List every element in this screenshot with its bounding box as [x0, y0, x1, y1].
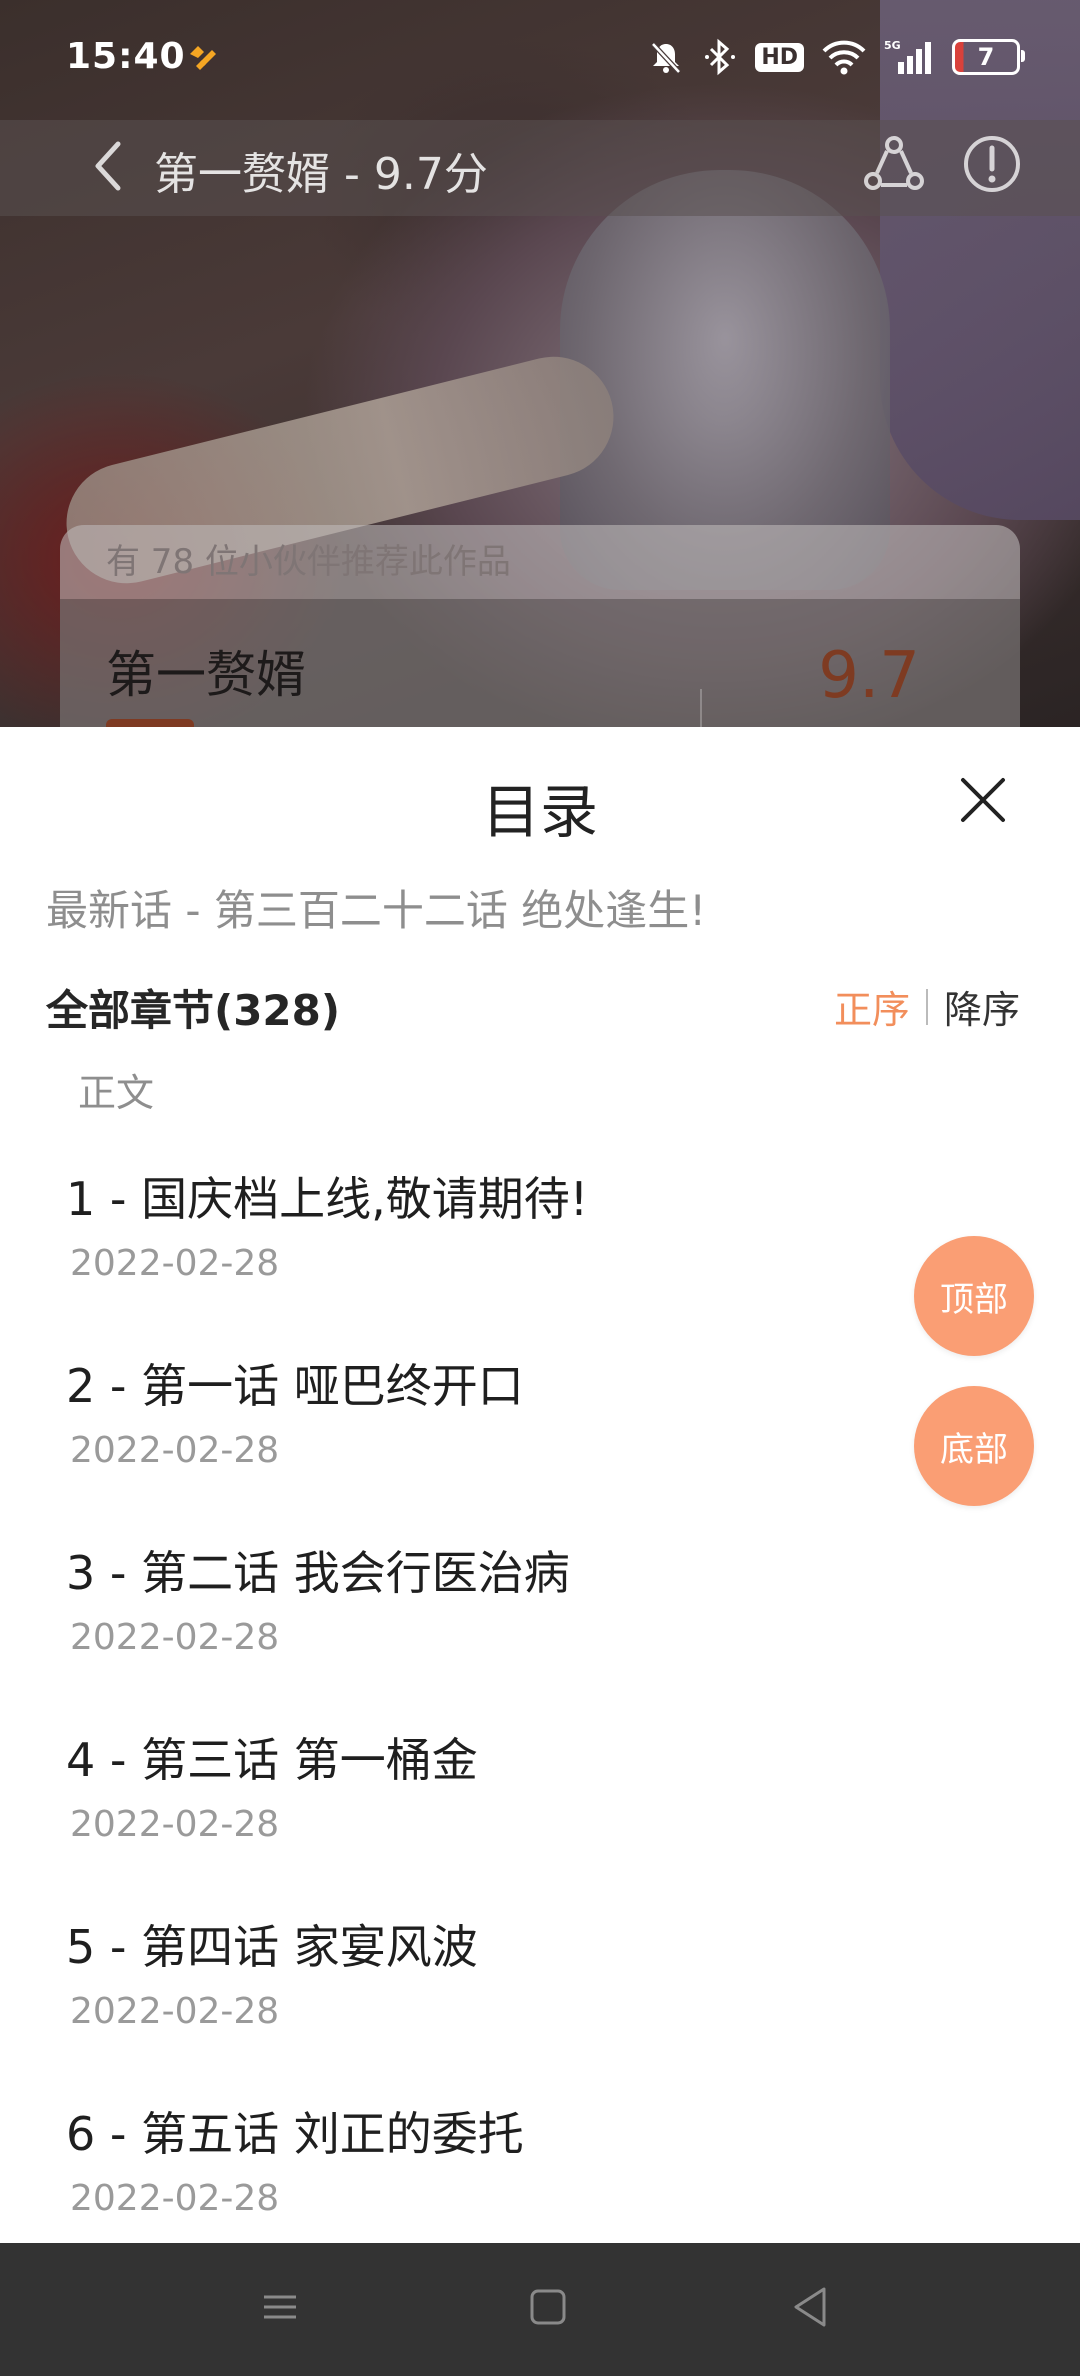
comic-score: 9.7	[818, 639, 920, 713]
wifi-icon	[822, 39, 866, 75]
title-bar: 第一赘婿 - 9.7分	[0, 120, 1080, 216]
chapter-item[interactable]: 6 - 第五话 刘正的委托 2022-02-28	[0, 2074, 1080, 2261]
scroll-bottom-button[interactable]: 底部	[914, 1386, 1034, 1506]
menu-icon	[260, 2287, 300, 2331]
chapter-title: 2 - 第一话 哑巴终开口	[66, 1359, 524, 1413]
chapter-title: 5 - 第四话 家宴风波	[66, 1920, 478, 1974]
chapter-title: 3 - 第二话 我会行医治病	[66, 1546, 570, 1600]
chapter-date: 2022-02-28	[70, 1991, 280, 2032]
report-button[interactable]	[958, 132, 1026, 200]
battery-icon: 7	[952, 39, 1025, 75]
triangle-back-icon	[790, 2285, 830, 2333]
sort-ascending-button[interactable]: 正序	[834, 979, 910, 1034]
scroll-top-button[interactable]: 顶部	[914, 1236, 1034, 1356]
app-notification-icon	[186, 40, 220, 74]
square-home-icon	[528, 2287, 568, 2331]
share-button[interactable]	[860, 132, 928, 200]
comic-info-card: 有 78 位小伙伴推荐此作品 第一赘婿 9.7	[60, 525, 1020, 727]
sort-toggle: 正序 降序	[834, 979, 1020, 1034]
info-card-body: 第一赘婿 9.7	[60, 599, 1020, 727]
share-icon	[863, 133, 925, 199]
nav-back-button[interactable]	[780, 2279, 840, 2339]
chapter-date: 2022-02-28	[70, 1804, 280, 1845]
sort-descending-button[interactable]: 降序	[944, 979, 1020, 1034]
status-bar: 15:40 HD 5G 7	[0, 0, 1080, 120]
page-title: 第一赘婿 - 9.7分	[154, 149, 488, 200]
network-type-label: 5G	[884, 39, 901, 52]
chapter-title: 1 - 国庆档上线,敬请期待!	[66, 1172, 589, 1226]
system-nav-bar	[0, 2243, 1080, 2376]
close-button[interactable]	[950, 769, 1016, 835]
status-time: 15:40	[66, 36, 186, 77]
cover-banner: 15:40 HD 5G 7 第一赘婿 - 9.7分 有 78 位小伙伴推荐此作品…	[0, 0, 1080, 727]
nav-home-button[interactable]	[518, 2279, 578, 2339]
nav-menu-button[interactable]	[250, 2279, 310, 2339]
catalog-title: 目录	[481, 778, 598, 846]
back-button[interactable]	[74, 134, 142, 202]
chapter-item[interactable]: 4 - 第三话 第一桶金 2022-02-28	[0, 1700, 1080, 1887]
chapter-date: 2022-02-28	[70, 1243, 280, 1284]
signal-icon: 5G	[884, 38, 934, 76]
chapter-item[interactable]: 3 - 第二话 我会行医治病 2022-02-28	[0, 1513, 1080, 1700]
chapter-title: 6 - 第五话 刘正的委托	[66, 2107, 524, 2161]
chapter-item[interactable]: 2 - 第一话 哑巴终开口 2022-02-28	[0, 1326, 1080, 1513]
catalog-sheet: 目录 最新话 - 第三百二十二话 绝处逢生! 全部章节(328) 正序 降序 正…	[0, 727, 1080, 2243]
chapter-item[interactable]: 5 - 第四话 家宴风波 2022-02-28	[0, 1887, 1080, 2074]
chapter-date: 2022-02-28	[70, 2178, 280, 2219]
hd-badge: HD	[755, 42, 804, 72]
section-label: 正文	[78, 1071, 155, 1115]
bluetooth-icon	[703, 38, 737, 76]
chevron-left-icon	[88, 138, 128, 198]
sort-divider	[925, 988, 928, 1025]
category-tag	[106, 719, 194, 727]
chapter-date: 2022-02-28	[70, 1617, 280, 1658]
chapter-date: 2022-02-28	[70, 1430, 280, 1471]
comic-name: 第一赘婿	[106, 646, 306, 704]
recommend-count: 有 78 位小伙伴推荐此作品	[60, 525, 1020, 599]
close-icon	[959, 776, 1007, 828]
info-divider	[700, 689, 702, 727]
status-icons: HD 5G 7	[647, 38, 1025, 76]
chapter-title: 4 - 第三话 第一桶金	[66, 1733, 478, 1787]
mute-bell-icon	[647, 38, 685, 76]
latest-chapter-link[interactable]: 最新话 - 第三百二十二话 绝处逢生!	[46, 877, 706, 938]
all-chapters-heading: 全部章节(328)	[46, 986, 341, 1035]
exclamation-circle-icon	[961, 133, 1023, 199]
